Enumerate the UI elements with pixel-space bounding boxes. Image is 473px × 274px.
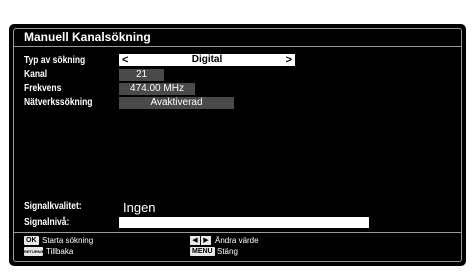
arrow-left-key-icon: ◀ bbox=[190, 236, 200, 245]
search-type-label: Typ av sökning bbox=[24, 55, 86, 66]
ok-hint: Starta sökning bbox=[42, 236, 94, 245]
signal-level-label: Signalnivå: bbox=[24, 217, 70, 228]
channel-field[interactable]: 21 bbox=[119, 69, 164, 81]
manual-channel-search-dialog: Manuell Kanalsökning Typ av sökning < Di… bbox=[9, 24, 466, 266]
menu-key-icon: MENU bbox=[190, 247, 215, 256]
close-hint: Stäng bbox=[217, 247, 238, 256]
frequency-field[interactable]: 474.00 MHz bbox=[119, 83, 195, 95]
signal-quality-label: Signalkvalitet: bbox=[24, 201, 82, 212]
dialog-title: Manuell Kanalsökning bbox=[24, 30, 151, 44]
signal-level-fill bbox=[119, 217, 369, 228]
ok-key-icon: OK bbox=[24, 236, 39, 245]
signal-quality-value: Ingen bbox=[123, 200, 156, 215]
back-key-icon: RETURN/BACK bbox=[24, 247, 43, 256]
chevron-right-icon[interactable]: > bbox=[286, 54, 292, 66]
search-type-value: Digital bbox=[191, 54, 223, 65]
back-hint: Tillbaka bbox=[46, 247, 74, 256]
network-search-label: Nätverkssökning bbox=[24, 97, 93, 108]
frequency-label: Frekvens bbox=[24, 83, 62, 94]
search-type-selector[interactable]: < Digital > bbox=[119, 54, 295, 66]
channel-label: Kanal bbox=[24, 69, 48, 80]
network-search-field[interactable]: Avaktiverad bbox=[119, 97, 234, 109]
signal-level-bar bbox=[119, 217, 369, 228]
footer-divider bbox=[13, 232, 462, 233]
title-divider bbox=[13, 46, 462, 47]
change-value-hint: Ändra värde bbox=[215, 236, 259, 245]
arrow-right-key-icon: ▶ bbox=[201, 236, 211, 245]
